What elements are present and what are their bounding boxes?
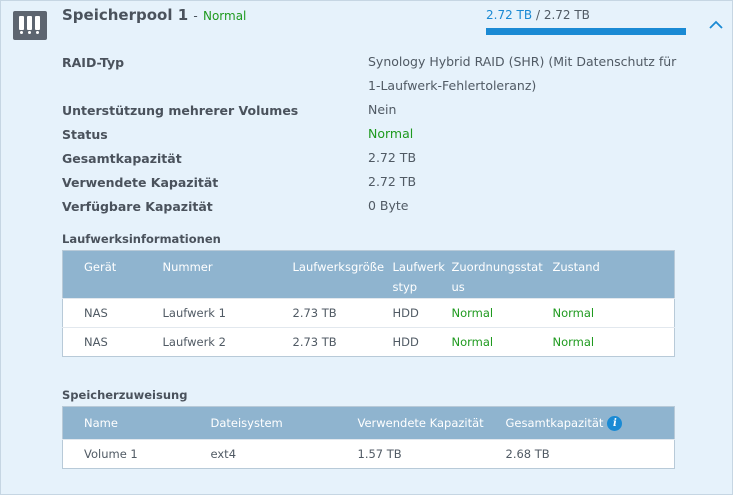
- column-header-used-capacity[interactable]: Verwendete Kapazität: [357, 406, 506, 440]
- info-icon[interactable]: i: [607, 416, 623, 431]
- property-label-status: Status: [62, 127, 108, 142]
- total-capacity: 2.72 TB: [543, 8, 590, 22]
- column-header-number[interactable]: Nummer: [162, 250, 293, 299]
- capacity-bar: [486, 28, 686, 35]
- column-header-device[interactable]: Gerät: [62, 250, 163, 299]
- property-label-multi-volume: Unterstützung mehrerer Volumes: [62, 103, 299, 118]
- drive-allocation-status: Normal: [451, 327, 553, 357]
- table-row[interactable]: NAS Laufwerk 1 2.73 TB HDD Normal Normal: [62, 298, 675, 328]
- title-separator: -: [193, 9, 198, 23]
- pool-title: Speicherpool 1 - Normal: [62, 6, 246, 24]
- property-value-raid-type: Synology Hybrid RAID (SHR) (Mit Datensch…: [368, 54, 677, 93]
- drive-health: Normal: [552, 298, 675, 328]
- volume-filesystem: ext4: [210, 439, 358, 469]
- drive-type: HDD: [392, 327, 452, 357]
- storage-pool-icon: [13, 11, 47, 40]
- table-row[interactable]: NAS Laufwerk 2 2.73 TB HDD Normal Normal: [62, 327, 675, 357]
- capacity-bar-fill: [486, 28, 686, 35]
- allocation-table: Name Dateisystem Verwendete Kapazität Ge…: [62, 406, 675, 469]
- drive-allocation-status: Normal: [451, 298, 553, 328]
- column-header-filesystem[interactable]: Dateisystem: [210, 406, 358, 440]
- column-header-total-capacity[interactable]: Gesamtkapazität i: [505, 406, 675, 440]
- property-value-available-capacity: 0 Byte: [368, 198, 409, 213]
- volume-total-capacity: 2.68 TB: [505, 439, 675, 469]
- property-value-total-capacity: 2.72 TB: [368, 150, 417, 165]
- pool-status: Normal: [202, 9, 247, 23]
- drive-number: Laufwerk 2: [162, 327, 293, 357]
- chevron-up-icon[interactable]: [706, 15, 726, 35]
- column-header-name[interactable]: Name: [62, 406, 211, 440]
- drive-info-table: Gerät Nummer Laufwerksgröße Laufwerkstyp…: [62, 250, 675, 357]
- capacity-summary: 2.72 TB / 2.72 TB: [486, 8, 590, 22]
- capacity-divider: /: [535, 8, 540, 22]
- drive-type: HDD: [392, 298, 452, 328]
- column-header-drive-size[interactable]: Laufwerksgröße: [292, 250, 393, 299]
- volume-name: Volume 1: [62, 439, 211, 469]
- column-header-drive-type[interactable]: Laufwerkstyp: [392, 250, 452, 299]
- allocation-table-header: Name Dateisystem Verwendete Kapazität Ge…: [62, 406, 675, 440]
- storage-pool-panel: Speicherpool 1 - Normal 2.72 TB / 2.72 T…: [0, 0, 733, 495]
- table-row[interactable]: Volume 1 ext4 1.57 TB 2.68 TB: [62, 439, 675, 469]
- property-value-used-capacity: 2.72 TB: [368, 174, 417, 189]
- drive-device: NAS: [62, 327, 163, 357]
- column-header-total-capacity-label: Gesamtkapazität: [505, 416, 604, 430]
- drive-number: Laufwerk 1: [162, 298, 293, 328]
- property-label-available-capacity: Verfügbare Kapazität: [62, 199, 213, 214]
- property-label-raid-type: RAID-Typ: [62, 55, 125, 70]
- pool-name: Speicherpool 1: [62, 6, 189, 24]
- drive-table-header: Gerät Nummer Laufwerksgröße Laufwerkstyp…: [62, 250, 675, 299]
- used-capacity: 2.72 TB: [486, 8, 533, 22]
- property-label-total-capacity: Gesamtkapazität: [62, 151, 182, 166]
- property-value-multi-volume: Nein: [368, 102, 397, 117]
- property-label-used-capacity: Verwendete Kapazität: [62, 175, 219, 190]
- drive-health: Normal: [552, 327, 675, 357]
- volume-used-capacity: 1.57 TB: [357, 439, 506, 469]
- drive-device: NAS: [62, 298, 163, 328]
- drive-size: 2.73 TB: [292, 298, 393, 328]
- property-value-status: Normal: [368, 126, 414, 141]
- column-header-health[interactable]: Zustand: [552, 250, 675, 299]
- drive-size: 2.73 TB: [292, 327, 393, 357]
- drive-info-title: Laufwerksinformationen: [62, 232, 221, 246]
- column-header-allocation-status[interactable]: Zuordnungsstatus: [451, 250, 553, 299]
- allocation-title: Speicherzuweisung: [62, 388, 188, 402]
